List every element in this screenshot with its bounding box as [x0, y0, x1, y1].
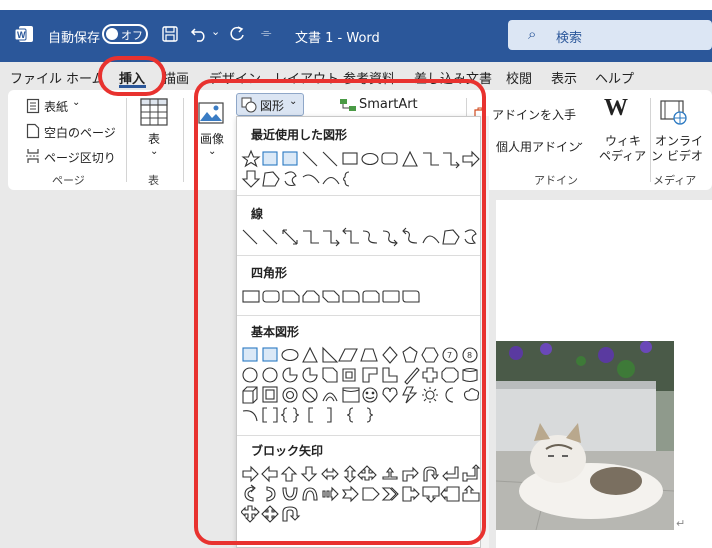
table-group-label: 表	[148, 174, 159, 187]
table-dropdown-icon[interactable]: ⌄	[150, 146, 158, 157]
wikipedia-label-2: ペディア	[599, 149, 647, 163]
table-icon[interactable]	[140, 98, 168, 126]
cover-page-dropdown-icon[interactable]: ⌄	[72, 97, 80, 108]
highlight-insert-tab	[98, 56, 166, 96]
my-addins-dropdown-icon[interactable]: ⌄	[576, 137, 584, 148]
my-addins-button[interactable]: 個人用アドイン	[496, 138, 580, 155]
table-button[interactable]: 表	[148, 130, 160, 147]
online-video-label-2: ン ビデオ	[651, 149, 703, 163]
tab-view[interactable]: 表示	[551, 68, 577, 87]
document-title: 文書 1 - Word	[295, 31, 380, 46]
tab-help[interactable]: ヘルプ	[595, 68, 634, 87]
get-addins-button[interactable]: アドインを入手	[492, 106, 576, 123]
cat-photo[interactable]	[496, 341, 674, 530]
undo-dropdown-icon[interactable]: ⌄	[211, 25, 220, 38]
pages-group-label: ページ	[52, 174, 85, 187]
undo-icon[interactable]	[190, 25, 208, 43]
autosave-label: 自動保存	[48, 31, 101, 46]
redo-icon[interactable]	[227, 24, 247, 44]
save-icon[interactable]	[161, 25, 179, 43]
customize-toolbar-icon[interactable]: ⌯	[261, 26, 271, 41]
tab-file[interactable]: ファイル	[10, 68, 62, 87]
tab-review[interactable]: 校閲	[506, 68, 532, 87]
blank-page-icon	[26, 123, 40, 139]
search-placeholder: 検索	[556, 31, 583, 46]
toggle-label: オフ	[121, 29, 143, 42]
paragraph-mark: ↵	[676, 517, 686, 530]
wikipedia-icon[interactable]: W	[604, 95, 628, 122]
highlight-shapes-gallery	[194, 79, 486, 545]
page-break-icon	[26, 149, 40, 163]
page-break-button[interactable]: ページ区切り	[44, 149, 116, 166]
tab-draw[interactable]: 描画	[163, 68, 189, 87]
blank-page-button[interactable]: 空白のページ	[44, 124, 116, 141]
title-bar: W 自動保存 オフ ⌄ ⌯ 文書 1 - Word ⌕ 検索	[0, 0, 712, 62]
ribbon-separator	[183, 98, 184, 182]
toggle-knob	[106, 28, 118, 40]
ribbon-separator	[650, 98, 651, 182]
online-video-icon[interactable]	[660, 100, 688, 126]
ribbon-separator	[126, 98, 127, 182]
search-icon: ⌕	[528, 25, 537, 43]
cover-page-icon	[26, 98, 40, 114]
addins-group-label: アドイン	[534, 174, 578, 187]
media-group-label: メディア	[653, 174, 697, 187]
svg-text:W: W	[17, 30, 26, 40]
autosave-toggle[interactable]: オフ	[102, 24, 148, 44]
cover-page-button[interactable]: 表紙	[44, 98, 68, 115]
word-logo-icon[interactable]: W	[14, 24, 34, 44]
search-box[interactable]: ⌕ 検索	[508, 20, 712, 50]
